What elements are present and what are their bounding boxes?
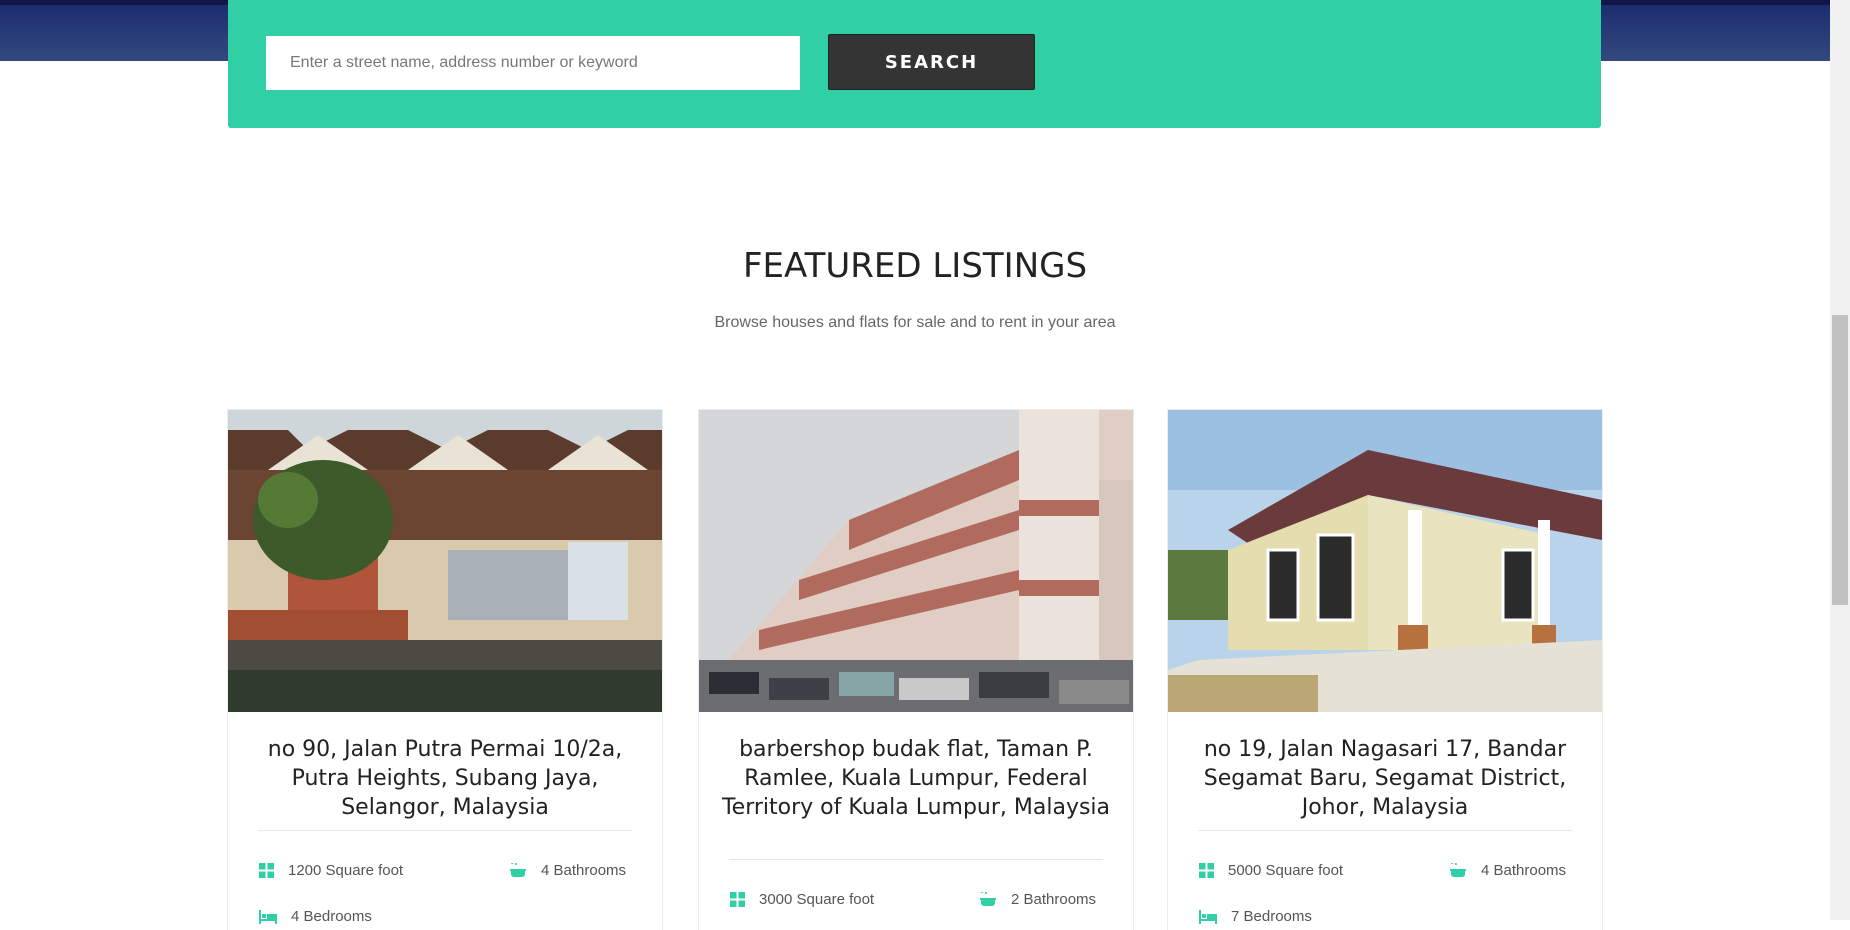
bed-icon xyxy=(259,909,277,924)
bathrooms-label: 4 Bathrooms xyxy=(1481,862,1567,879)
bathrooms-label: 4 Bathrooms xyxy=(541,862,627,879)
section-title: FEATURED LISTINGS xyxy=(742,246,1088,286)
card-divider xyxy=(729,859,1103,860)
card-divider xyxy=(1198,830,1572,831)
listing-photo[interactable] xyxy=(228,410,662,712)
listing-bathrooms: 2 Bathrooms xyxy=(979,891,1096,908)
search-button[interactable]: SEARCH xyxy=(828,34,1035,90)
listing-title[interactable]: no 19, Jalan Nagasari 17, Bandar Segamat… xyxy=(1178,735,1592,822)
grid-icon xyxy=(259,863,274,878)
listing-bathrooms: 4 Bathrooms xyxy=(509,862,626,879)
card-divider xyxy=(258,830,632,831)
listing-photo[interactable] xyxy=(1168,410,1602,712)
bedrooms-label: 4 Bedrooms xyxy=(291,908,372,925)
area-label: 3000 Square foot xyxy=(759,891,875,908)
listing-area: 5000 Square foot xyxy=(1199,862,1343,879)
listing-card[interactable]: barbershop budak flat, Taman P. Ramlee, … xyxy=(699,410,1133,930)
listing-photo[interactable] xyxy=(699,410,1133,712)
area-label: 5000 Square foot xyxy=(1228,862,1344,879)
search-input[interactable] xyxy=(266,36,800,90)
area-label: 1200 Square foot xyxy=(288,862,404,879)
listing-bedrooms: 7 Bedrooms xyxy=(1199,908,1312,925)
bathtub-icon xyxy=(980,892,996,906)
bathtub-icon xyxy=(1450,863,1466,877)
grid-icon xyxy=(1199,863,1214,878)
listing-bathrooms: 4 Bathrooms xyxy=(1449,862,1566,879)
search-panel: SEARCH xyxy=(228,0,1601,128)
bed-icon xyxy=(1199,909,1217,924)
listing-title[interactable]: barbershop budak flat, Taman P. Ramlee, … xyxy=(709,735,1123,822)
scrollbar-thumb[interactable] xyxy=(1832,315,1848,605)
listing-title[interactable]: no 90, Jalan Putra Permai 10/2a, Putra H… xyxy=(238,735,652,822)
listing-card[interactable]: no 19, Jalan Nagasari 17, Bandar Segamat… xyxy=(1168,410,1602,930)
page-scrollbar[interactable] xyxy=(1830,0,1850,920)
listing-area: 1200 Square foot xyxy=(259,862,403,879)
bedrooms-label: 7 Bedrooms xyxy=(1231,908,1312,925)
listing-area: 3000 Square foot xyxy=(730,891,874,908)
bathrooms-label: 2 Bathrooms xyxy=(1011,891,1097,908)
bathtub-icon xyxy=(510,863,526,877)
section-subtitle: Browse houses and flats for sale and to … xyxy=(714,314,1116,331)
listing-card[interactable]: no 90, Jalan Putra Permai 10/2a, Putra H… xyxy=(228,410,662,930)
listing-bedrooms: 4 Bedrooms xyxy=(259,908,372,925)
grid-icon xyxy=(730,892,745,907)
